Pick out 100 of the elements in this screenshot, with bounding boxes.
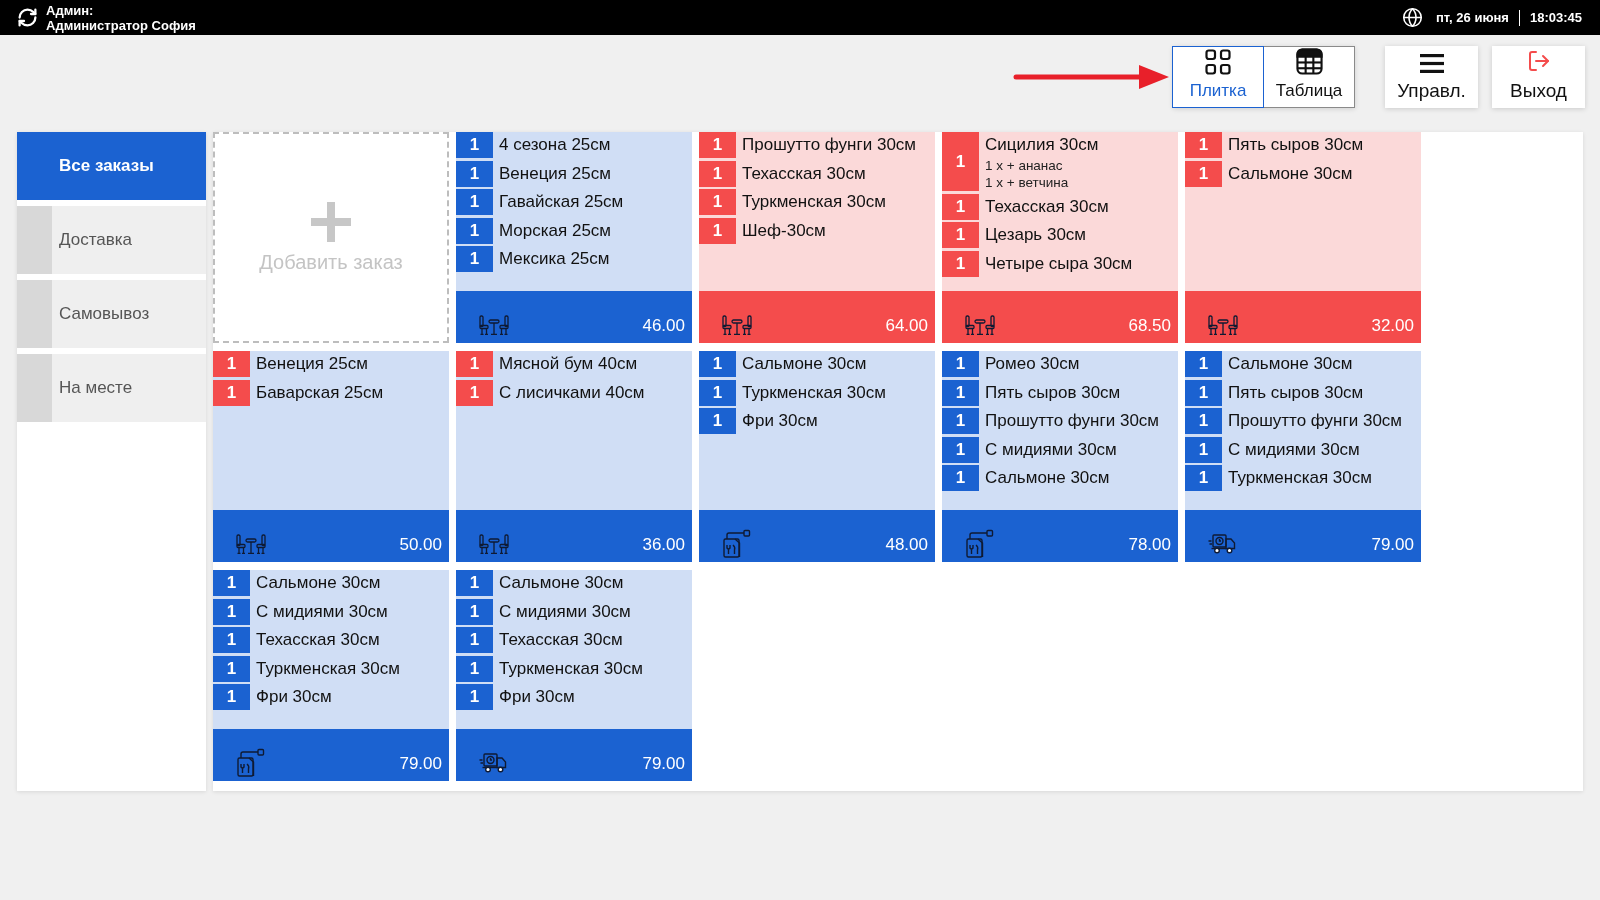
item-name: 4 сезона 25см (499, 134, 611, 156)
item-name: Прошутто фунги 30см (985, 410, 1160, 433)
item-name: С мидиями 30см (1228, 438, 1360, 461)
item-name: Техасская 30см (499, 629, 623, 652)
quantity-badge: 1 (213, 379, 250, 406)
grid-icon (1205, 49, 1231, 75)
quantity-badge: 1 (699, 160, 736, 187)
sidebar-item[interactable]: Все заказы (17, 132, 206, 200)
item-name: Фри 30см (499, 686, 575, 709)
order-total: 46.00 (642, 316, 685, 336)
quantity-badge: 1 (942, 250, 979, 277)
user-name: Администратор София (46, 17, 196, 33)
quantity-badge: 1 (456, 189, 493, 216)
sidebar-item[interactable]: Самовывоз (17, 280, 206, 348)
item-name: Мясной бум 40см (499, 353, 638, 375)
item-name: Сальмоне 30см (1228, 353, 1353, 375)
quantity-badge: 1 (456, 570, 493, 596)
takeaway-bag-icon (236, 747, 266, 777)
delivery-truck-icon (1208, 534, 1236, 554)
quantity-badge: 1 (699, 379, 736, 406)
item-name: Фри 30см (256, 686, 332, 709)
quantity-badge: 1 (1185, 408, 1222, 435)
view-tab[interactable]: Плитка (1172, 46, 1264, 108)
item-name: Сальмоне 30см (1228, 162, 1353, 185)
quantity-badge: 1 (942, 465, 979, 492)
quantity-badge: 1 (456, 379, 493, 406)
item-name: Ромео 30см (985, 353, 1080, 375)
quantity-badge: 1 (213, 627, 250, 654)
order-total: 50.00 (399, 535, 442, 555)
order-total: 48.00 (885, 535, 928, 555)
item-name: Сальмоне 30см (742, 353, 867, 375)
takeaway-bag-icon (965, 528, 995, 558)
order-total: 36.00 (642, 535, 685, 555)
order-card[interactable]: 1 Мясной бум 40см 1 С лисичками 40см 36.00 (456, 351, 692, 562)
quantity-badge: 1 (1185, 465, 1222, 492)
item-name: Венеция 25см (256, 353, 368, 375)
quantity-badge: 1 (1185, 351, 1222, 377)
quantity-badge: 1 (213, 598, 250, 625)
item-name: С мидиями 30см (499, 600, 631, 623)
item-name: Туркменская 30см (1228, 467, 1372, 490)
quantity-badge: 1 (942, 132, 979, 191)
refresh-icon[interactable] (17, 7, 38, 28)
item-name: Туркменская 30см (499, 657, 643, 680)
quantity-badge: 1 (699, 189, 736, 216)
item-name: Техасская 30см (985, 195, 1109, 218)
quantity-badge: 1 (456, 598, 493, 625)
menu-icon (1419, 54, 1444, 73)
item-name: С лисичками 40см (499, 381, 645, 404)
quantity-badge: 1 (942, 408, 979, 435)
manage-button[interactable]: Управл. (1385, 46, 1478, 108)
table-chairs-icon (722, 315, 752, 335)
item-name: Прошутто фунги 30см (1228, 410, 1403, 433)
quantity-badge: 1 (699, 351, 736, 377)
item-name: Сальмоне 30см (985, 467, 1110, 490)
exit-button[interactable]: Выход (1492, 46, 1585, 108)
item-name: Пять сыров 30см (985, 381, 1121, 404)
table-chairs-icon (479, 534, 509, 554)
order-total: 64.00 (885, 316, 928, 336)
order-card[interactable]: 1 Сальмоне 30см 1 С мидиями 30см 1 Техасская 30см 1 Туркменская 30см 1 Фри 30см 79.00 (213, 570, 449, 781)
user-role: Админ: (46, 2, 95, 18)
item-name: Пять сыров 30см (1228, 381, 1364, 404)
quantity-badge: 1 (942, 351, 979, 377)
item-name: Прошутто фунги 30см (742, 134, 917, 156)
order-card[interactable]: 1 Сицилия 30см 1 x + ананас 1 x + ветчина 1 Техасская 30см 1 Цезарь 30см 1 Четыре сыра 30см 68.50 (942, 132, 1178, 343)
item-name: Сальмоне 30см (499, 572, 624, 594)
item-modifier: 1 x + ветчина (985, 174, 1070, 191)
order-card[interactable]: 1 Сальмоне 30см 1 Туркменская 30см 1 Фри 30см 48.00 (699, 351, 935, 562)
quantity-badge: 1 (699, 217, 736, 244)
item-name: Техасская 30см (742, 162, 866, 185)
item-name: Сальмоне 30см (256, 572, 381, 594)
order-total: 79.00 (642, 754, 685, 774)
order-card[interactable]: 1 Прошутто фунги 30см 1 Техасская 30см 1 Туркменская 30см 1 Шеф-30см 64.00 (699, 132, 935, 343)
order-card[interactable]: 1 Сальмоне 30см 1 С мидиями 30см 1 Техасская 30см 1 Туркменская 30см 1 Фри 30см 79.00 (456, 570, 692, 781)
quantity-badge: 1 (456, 132, 493, 158)
sidebar-item[interactable]: На месте (17, 354, 206, 422)
order-total: 78.00 (1128, 535, 1171, 555)
quantity-badge: 1 (1185, 379, 1222, 406)
quantity-badge: 1 (456, 684, 493, 711)
item-name: С мидиями 30см (256, 600, 388, 623)
quantity-badge: 1 (699, 132, 736, 158)
item-name: Шеф-30см (742, 219, 826, 242)
item-name: Баварская 25см (256, 381, 384, 404)
table-chairs-icon (236, 534, 266, 554)
plus-icon (311, 201, 351, 242)
view-tab[interactable]: Таблица (1263, 46, 1355, 108)
order-card[interactable]: 1 Венеция 25см 1 Баварская 25см 50.00 (213, 351, 449, 562)
quantity-badge: 1 (456, 627, 493, 654)
order-card[interactable]: 1 Пять сыров 30см 1 Сальмоне 30см 32.00 (1185, 132, 1421, 343)
quantity-badge: 1 (456, 351, 493, 377)
order-card[interactable]: 1 Сальмоне 30см 1 Пять сыров 30см 1 Прошутто фунги 30см 1 С мидиями 30см 1 Туркменская 30см 79.00 (1185, 351, 1421, 562)
order-card[interactable]: 1 Ромео 30см 1 Пять сыров 30см 1 Прошутто фунги 30см 1 С мидиями 30см 1 Сальмоне 30см 78.00 (942, 351, 1178, 562)
quantity-badge: 1 (699, 408, 736, 435)
table-chairs-icon (1208, 315, 1238, 335)
quantity-badge: 1 (213, 655, 250, 682)
takeaway-bag-icon (722, 528, 752, 558)
order-card[interactable]: 1 4 сезона 25см 1 Венеция 25см 1 Гавайская 25см 1 Морская 25см 1 Мексика 25см 46.00 (456, 132, 692, 343)
sidebar-item[interactable]: Доставка (17, 206, 206, 274)
time-text: 18:03:45 (1529, 10, 1582, 25)
globe-icon[interactable] (1401, 7, 1423, 28)
delivery-truck-icon (479, 753, 507, 773)
